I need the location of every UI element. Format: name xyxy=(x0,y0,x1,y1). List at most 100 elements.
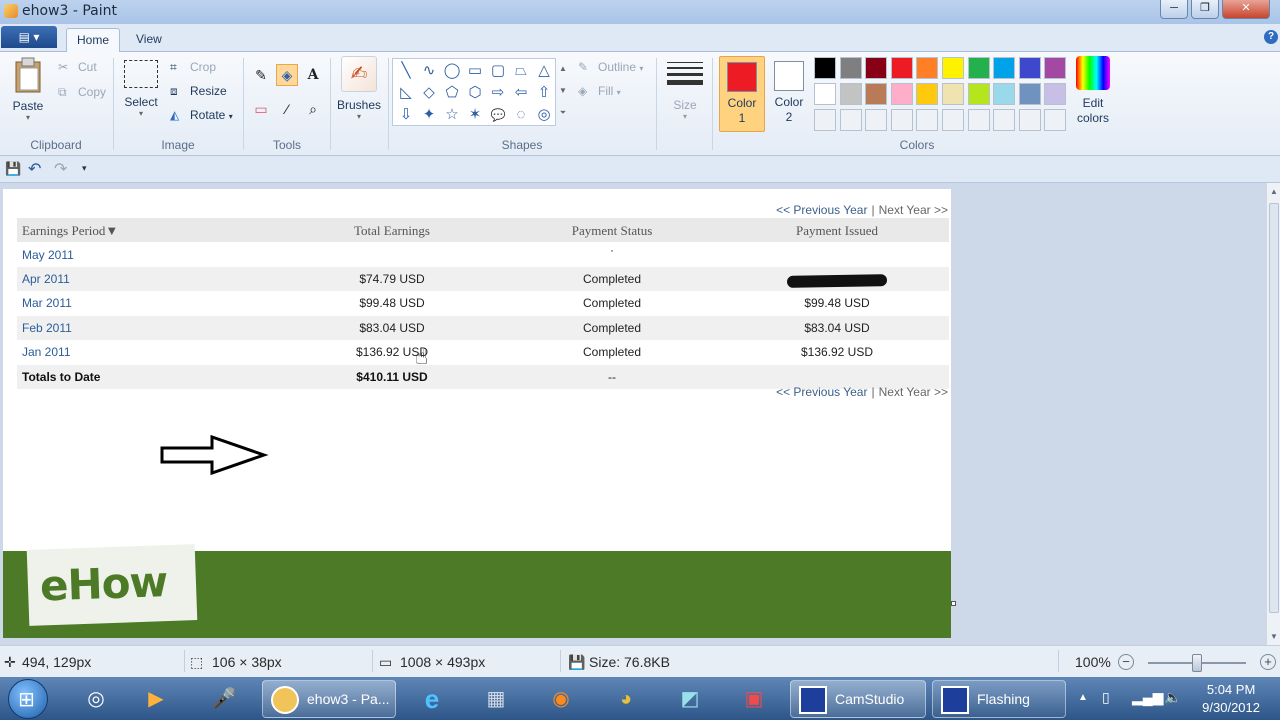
pencil-icon[interactable]: ✎ xyxy=(250,64,272,86)
palette-swatch[interactable] xyxy=(890,83,913,105)
scrollbar-thumb[interactable] xyxy=(1269,203,1279,613)
eraser-icon[interactable]: ▭ xyxy=(250,98,272,120)
custom-color-slot[interactable] xyxy=(865,109,888,131)
rounded-rect-shape-icon[interactable]: ▢ xyxy=(487,61,509,81)
custom-color-slot[interactable] xyxy=(1044,109,1067,131)
network-icon[interactable]: ▂▄▆ xyxy=(1132,689,1163,706)
triangle-shape-icon[interactable]: △ xyxy=(533,61,555,81)
palette-swatch[interactable] xyxy=(1018,57,1041,79)
four-point-star-shape-icon[interactable]: ✦ xyxy=(418,105,440,125)
tab-view[interactable]: View xyxy=(126,28,172,52)
curve-shape-icon[interactable]: ∿ xyxy=(418,61,440,81)
scroll-up-icon[interactable]: ▲ xyxy=(1269,187,1279,196)
canvas-resize-handle[interactable] xyxy=(951,601,956,606)
custom-color-slot[interactable] xyxy=(1018,109,1041,131)
firefox-icon[interactable]: ◉ xyxy=(535,681,587,717)
media-player-icon[interactable]: ▶ xyxy=(130,681,182,717)
edit-colors-button[interactable]: Edit colors xyxy=(1072,56,1114,126)
hexagon-shape-icon[interactable]: ⬡ xyxy=(464,83,486,103)
right-triangle-shape-icon[interactable]: ◺ xyxy=(395,83,417,103)
copy-button[interactable]: ⧉ Copy xyxy=(58,85,106,101)
palette-swatch[interactable] xyxy=(1044,83,1067,105)
oval-shape-icon[interactable]: ◯ xyxy=(441,61,463,81)
palette-swatch[interactable] xyxy=(814,83,836,105)
magnifier-icon[interactable]: ⌕ xyxy=(302,98,324,120)
vertical-scrollbar[interactable]: ▲ ▼ xyxy=(1266,183,1280,645)
down-arrow-shape-icon[interactable]: ⇩ xyxy=(395,105,417,125)
palette-swatch[interactable] xyxy=(814,57,836,79)
palette-swatch[interactable] xyxy=(865,57,888,79)
maximize-button[interactable]: ❐ xyxy=(1191,0,1219,19)
zoom-in-button[interactable]: + xyxy=(1260,654,1276,670)
redo-icon[interactable]: ↷ xyxy=(54,159,67,179)
clock[interactable]: 5:04 PM 9/30/2012 xyxy=(1202,681,1260,717)
palette-swatch[interactable] xyxy=(865,83,888,105)
crop-button[interactable]: ⌗ Crop xyxy=(170,60,216,76)
paint-canvas[interactable]: << Previous Year | Next Year >> Earnings P… xyxy=(3,189,951,638)
palette-swatch[interactable] xyxy=(916,83,939,105)
outline-dropdown[interactable]: ✎ Outline ▾ xyxy=(578,60,643,76)
color2-button[interactable]: Color 2 xyxy=(766,56,812,132)
pentagon-shape-icon[interactable]: ⬠ xyxy=(441,83,463,103)
palette-swatch[interactable] xyxy=(993,57,1016,79)
start-button[interactable]: ⊞ xyxy=(8,679,48,719)
brushes-button[interactable]: ✍ Brushes ▾ xyxy=(336,56,382,121)
internet-explorer-icon[interactable]: e xyxy=(406,681,458,717)
notes-icon[interactable]: ◩ xyxy=(664,681,716,717)
tab-home[interactable]: Home xyxy=(66,28,121,52)
previous-year-link[interactable]: << Previous Year xyxy=(776,385,867,399)
show-hidden-icons-button[interactable]: ▲ xyxy=(1078,692,1088,703)
taskbar-task-paint[interactable]: ehow3 - Pa... xyxy=(262,680,396,718)
palette-swatch[interactable] xyxy=(890,57,913,79)
color-picker-icon[interactable]: ⁄ xyxy=(276,98,298,120)
battery-icon[interactable]: ▯ xyxy=(1102,689,1110,706)
custom-color-slot[interactable] xyxy=(814,109,836,131)
palette-swatch[interactable] xyxy=(993,83,1016,105)
shapes-scroll[interactable]: ▲ ▼ ⏷ xyxy=(557,58,569,126)
palette-swatch[interactable] xyxy=(1044,57,1067,79)
fill-dropdown[interactable]: ◈ Fill ▾ xyxy=(578,84,621,100)
palette-swatch[interactable] xyxy=(942,83,964,105)
palette-swatch[interactable] xyxy=(916,57,939,79)
text-tool-icon[interactable]: A xyxy=(302,64,324,86)
scroll-down-icon[interactable]: ▼ xyxy=(1269,632,1279,641)
custom-color-slot[interactable] xyxy=(916,109,939,131)
custom-color-slot[interactable] xyxy=(993,109,1016,131)
up-arrow-shape-icon[interactable]: ⇧ xyxy=(533,83,555,103)
left-arrow-shape-icon[interactable]: ⇦ xyxy=(510,83,532,103)
diamond-shape-icon[interactable]: ◇ xyxy=(418,83,440,103)
size-button[interactable]: Size ▾ xyxy=(664,58,706,121)
cloud-callout-shape-icon[interactable]: ◎ xyxy=(533,105,555,125)
help-icon[interactable]: ? xyxy=(1264,30,1278,44)
palette-swatch[interactable] xyxy=(839,83,862,105)
select-button[interactable]: Select ▾ xyxy=(120,60,162,118)
color1-button[interactable]: Color 1 xyxy=(719,56,765,132)
image-editor-icon[interactable]: ▣ xyxy=(728,681,780,717)
media-center-icon[interactable]: ◎ xyxy=(70,681,122,717)
callout-shape-icon[interactable]: 💬 xyxy=(487,105,509,125)
taskbar-task-camstudio[interactable]: CamStudio xyxy=(790,680,926,718)
paste-button[interactable]: Paste ▾ xyxy=(6,56,50,122)
taskbar-task-flashing[interactable]: Flashing xyxy=(932,680,1066,718)
line-shape-icon[interactable]: ╲ xyxy=(395,61,417,81)
undo-icon[interactable]: ↶ xyxy=(28,159,41,179)
palette-swatch[interactable] xyxy=(967,83,990,105)
cut-button[interactable]: ✂ Cut xyxy=(58,60,97,76)
customize-qat-icon[interactable]: ▾ xyxy=(82,163,87,174)
paint-app-icon[interactable] xyxy=(4,4,18,18)
polygon-shape-icon[interactable]: ⏢ xyxy=(510,61,532,81)
oval-callout-shape-icon[interactable]: ◌ xyxy=(510,105,532,125)
six-point-star-shape-icon[interactable]: ✶ xyxy=(464,105,486,125)
minimize-button[interactable]: ─ xyxy=(1160,0,1188,19)
rectangle-shape-icon[interactable]: ▭ xyxy=(464,61,486,81)
palette-swatch[interactable] xyxy=(967,57,990,79)
right-arrow-shape-icon[interactable]: ⇨ xyxy=(487,83,509,103)
fill-bucket-icon[interactable]: ◈ xyxy=(276,64,298,86)
paint-menu-button[interactable]: ▤ ▾ xyxy=(1,26,57,48)
save-icon[interactable]: 💾 xyxy=(5,161,21,177)
close-button[interactable]: ✕ xyxy=(1222,0,1270,19)
resize-button[interactable]: ⧈ Resize xyxy=(170,84,227,100)
custom-color-slot[interactable] xyxy=(967,109,990,131)
palette-swatch[interactable] xyxy=(839,57,862,79)
five-point-star-shape-icon[interactable]: ☆ xyxy=(441,105,463,125)
